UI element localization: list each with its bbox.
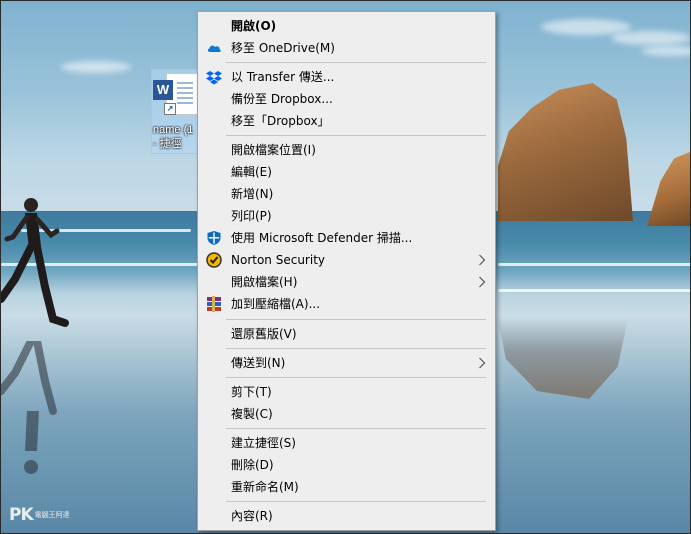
defender-shield-icon bbox=[207, 231, 221, 245]
menu-item-edit[interactable]: 編輯(E) bbox=[198, 161, 495, 183]
menu-item-restore-previous[interactable]: 還原舊版(V) bbox=[198, 323, 495, 345]
menu-separator bbox=[226, 62, 486, 63]
submenu-arrow-icon bbox=[479, 357, 486, 369]
menu-separator bbox=[226, 135, 486, 136]
menu-item-move-to-dropbox[interactable]: 移至「Dropbox」 bbox=[198, 110, 495, 132]
dropbox-icon bbox=[206, 71, 222, 85]
menu-separator bbox=[226, 319, 486, 320]
menu-separator bbox=[226, 501, 486, 502]
menu-separator bbox=[226, 348, 486, 349]
menu-item-properties[interactable]: 內容(R) bbox=[198, 505, 495, 527]
menu-item-cut[interactable]: 剪下(T) bbox=[198, 381, 495, 403]
menu-item-delete[interactable]: 刪除(D) bbox=[198, 454, 495, 476]
menu-item-print[interactable]: 列印(P) bbox=[198, 205, 495, 227]
menu-item-send-with-transfer[interactable]: 以 Transfer 傳送... bbox=[198, 66, 495, 88]
wallpaper-wave bbox=[498, 289, 690, 292]
menu-item-open-with[interactable]: 開啟檔案(H) bbox=[198, 271, 495, 293]
menu-separator bbox=[226, 377, 486, 378]
winrar-books-icon bbox=[207, 296, 221, 312]
menu-item-backup-to-dropbox[interactable]: 備份至 Dropbox... bbox=[198, 88, 495, 110]
desktop-shortcut-word-file[interactable]: W ↗ name (1 - 捷徑 bbox=[151, 69, 201, 154]
menu-item-open[interactable]: 開啟(O) bbox=[198, 15, 495, 37]
menu-item-send-to[interactable]: 傳送到(N) bbox=[198, 352, 495, 374]
menu-item-scan-defender[interactable]: 使用 Microsoft Defender 掃描... bbox=[198, 227, 495, 249]
norton-check-icon bbox=[206, 252, 222, 268]
word-icon: W bbox=[153, 80, 173, 100]
submenu-arrow-icon bbox=[479, 276, 486, 288]
menu-item-copy[interactable]: 複製(C) bbox=[198, 403, 495, 425]
menu-item-new[interactable]: 新增(N) bbox=[198, 183, 495, 205]
menu-item-rename[interactable]: 重新命名(M) bbox=[198, 476, 495, 498]
menu-item-open-file-location[interactable]: 開啟檔案位置(I) bbox=[198, 139, 495, 161]
wallpaper-wave bbox=[498, 263, 690, 266]
menu-item-add-to-archive[interactable]: 加到壓縮檔(A)... bbox=[198, 293, 495, 315]
menu-separator bbox=[226, 428, 486, 429]
desktop-icon-label: name (1 - 捷徑 bbox=[153, 124, 194, 150]
context-menu: 開啟(O) 移至 OneDrive(M) 以 Transfer 傳送... 備份… bbox=[197, 11, 496, 531]
wallpaper-runner bbox=[1, 198, 69, 327]
watermark-logo: PK 電腦王阿達 bbox=[9, 505, 70, 525]
wallpaper-cloud bbox=[541, 19, 631, 35]
shortcut-arrow-icon: ↗ bbox=[164, 103, 176, 115]
menu-item-create-shortcut[interactable]: 建立捷徑(S) bbox=[198, 432, 495, 454]
submenu-arrow-icon bbox=[479, 254, 486, 266]
wallpaper-cloud bbox=[611, 31, 690, 45]
wallpaper-runner-reflection bbox=[1, 341, 57, 474]
menu-item-norton-security[interactable]: Norton Security bbox=[198, 249, 495, 271]
menu-item-move-to-onedrive[interactable]: 移至 OneDrive(M) bbox=[198, 37, 495, 59]
onedrive-cloud-icon bbox=[207, 45, 221, 52]
wallpaper-cloud bbox=[61, 61, 131, 73]
